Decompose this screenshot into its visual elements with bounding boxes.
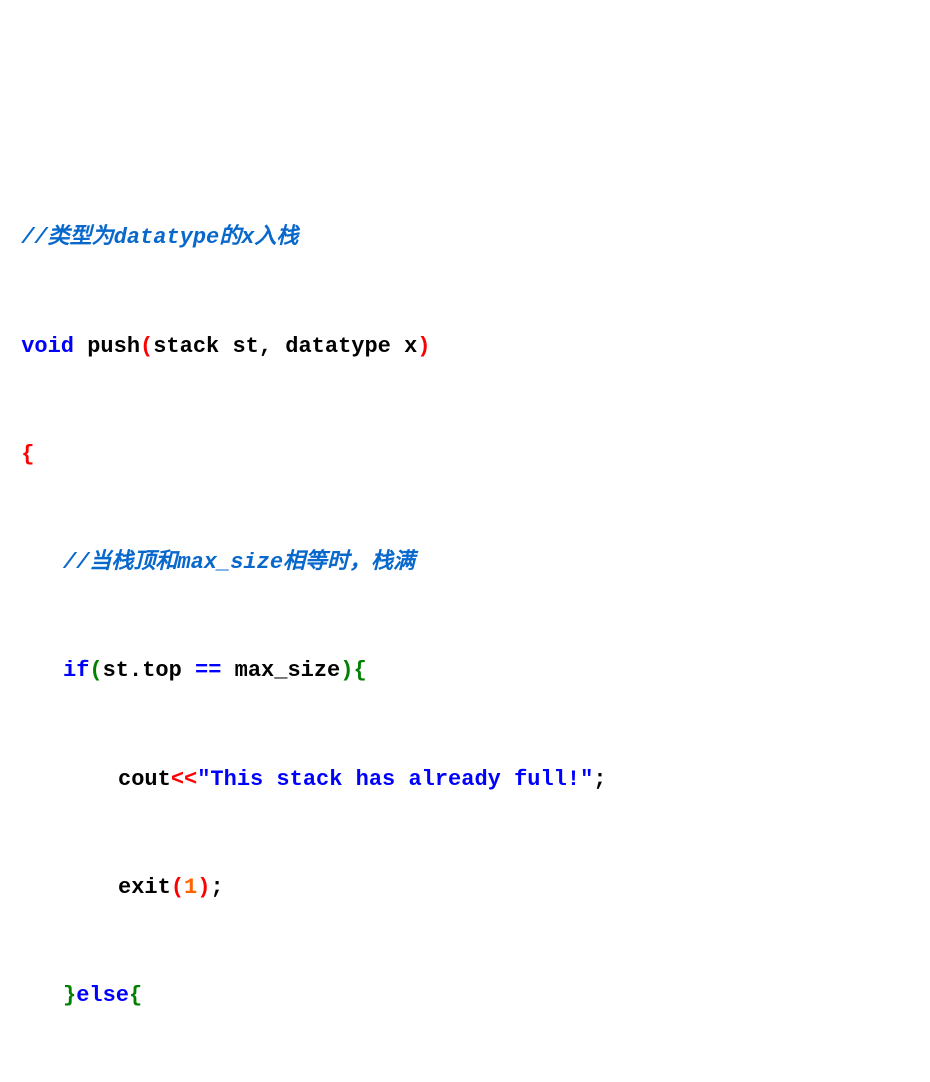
identifier: max_size [221,658,340,683]
param-name: st [232,334,258,359]
code-line: }else{ [8,978,922,1014]
code-block: //类型为datatype的x入栈 void push(stack st, da… [0,144,930,1082]
comment-text: //类型为datatype的x入栈 [21,225,298,250]
param-type: stack [153,334,232,359]
brace-open: { [353,658,366,683]
semicolon: ; [593,767,606,792]
operator-eq: == [195,658,221,683]
keyword-else: else [76,983,129,1008]
dot: . [129,658,142,683]
function-name: push [74,334,140,359]
brace-close: } [63,983,76,1008]
semicolon: ; [210,875,223,900]
identifier: top [142,658,195,683]
code-line: //类型为datatype的x入栈 [8,220,922,256]
code-line: cout<<"This stack has already full!"; [8,762,922,798]
keyword-if: if [63,658,89,683]
paren-close: ) [340,658,353,683]
code-line: //当栈顶和max_size相等时，栈满 [8,545,922,581]
paren-close: ) [197,875,210,900]
param-type: datatype [285,334,404,359]
number-literal: 1 [184,875,197,900]
brace-open: { [21,442,34,467]
code-line: void push(stack st, datatype x) [8,329,922,365]
paren-open: ( [140,334,153,359]
keyword-void: void [21,334,74,359]
function-call: exit [118,875,171,900]
code-line: { [8,437,922,473]
paren-open: ( [171,875,184,900]
comma: , [259,334,285,359]
param-name: x [404,334,417,359]
code-line: exit(1); [8,870,922,906]
operator-stream: << [171,767,197,792]
code-line: if(st.top == max_size){ [8,653,922,689]
paren-close: ) [417,334,430,359]
brace-open: { [129,983,142,1008]
paren-open: ( [89,658,102,683]
identifier: st [103,658,129,683]
comment-text: //当栈顶和max_size相等时，栈满 [63,550,415,575]
string-literal: "This stack has already full!" [197,767,593,792]
identifier: cout [118,767,171,792]
